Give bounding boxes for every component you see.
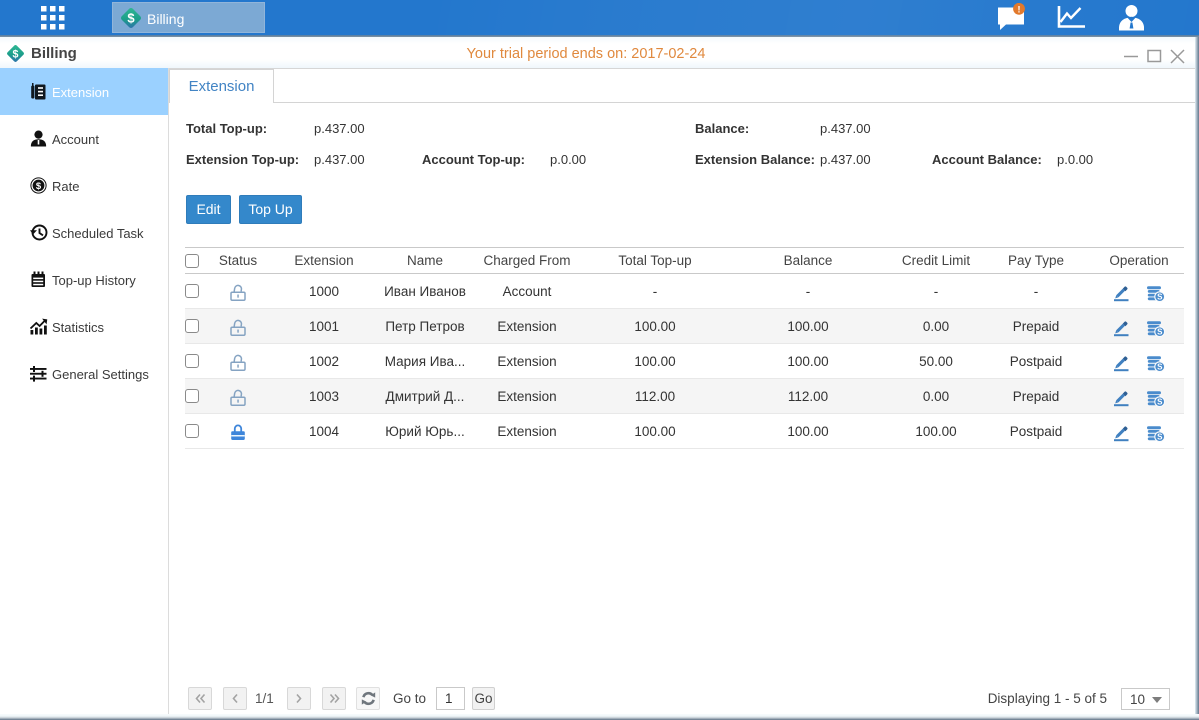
svg-text:$: $ bbox=[13, 48, 19, 60]
svg-text:$: $ bbox=[127, 11, 135, 26]
svg-text:$: $ bbox=[36, 181, 42, 192]
svg-text:!: ! bbox=[1018, 4, 1021, 14]
